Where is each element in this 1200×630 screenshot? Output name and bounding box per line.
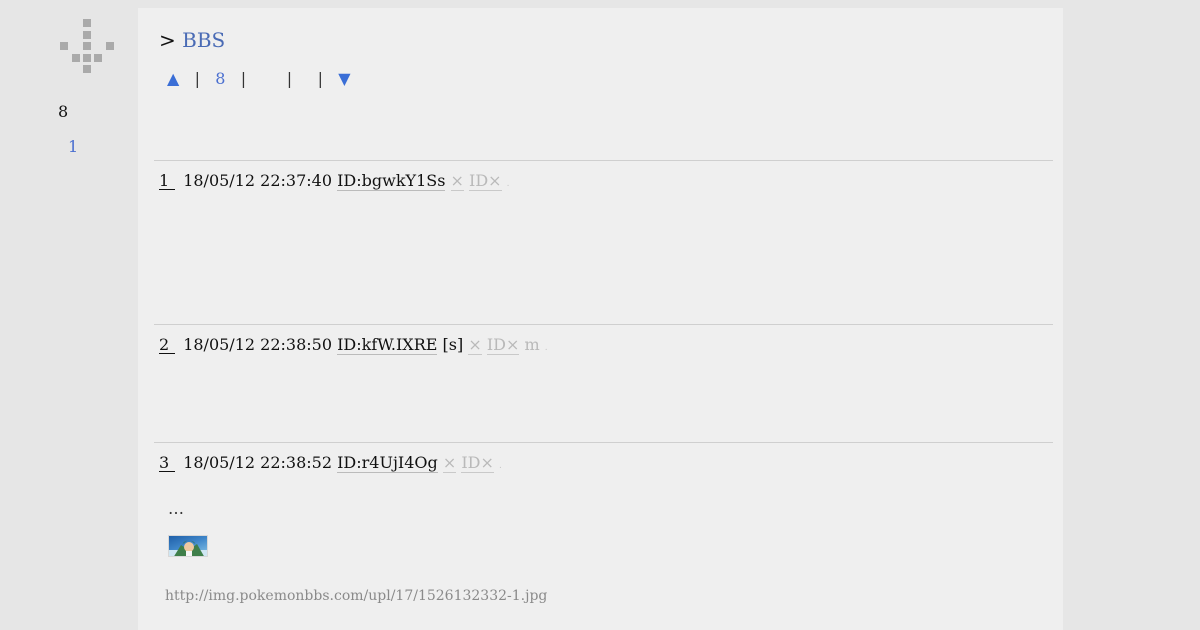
logo-icon[interactable] <box>60 19 116 75</box>
id-delete-button[interactable]: ID× <box>486 335 520 355</box>
delete-button[interactable]: × <box>450 171 464 191</box>
delete-button[interactable]: × <box>442 453 457 473</box>
thread-nav: ▲ | 8 | | | ▼ <box>167 69 351 88</box>
post-id[interactable]: ID:r4UjI4Og <box>337 453 438 473</box>
sidebar: 8 1 <box>0 0 138 630</box>
post-image-thumbnail[interactable] <box>168 535 208 557</box>
id-delete-button[interactable]: ID× <box>461 453 494 473</box>
post-divider <box>154 442 1053 443</box>
post-dot: . <box>544 343 548 353</box>
post-datetime: 18/05/12 22:38:52 <box>183 453 332 472</box>
nav-separator: | <box>317 69 323 88</box>
breadcrumb: > BBS <box>159 28 225 52</box>
post-divider <box>154 324 1053 325</box>
post-dot: . <box>506 179 510 189</box>
post-extra-link[interactable]: m <box>524 335 539 354</box>
nav-separator: | <box>240 69 247 88</box>
post-tag: [s] <box>442 335 464 354</box>
post-body: … <box>168 499 184 518</box>
post-number[interactable]: 3 <box>159 454 176 472</box>
post-divider <box>154 160 1053 161</box>
post-datetime: 18/05/12 22:38:50 <box>183 335 332 354</box>
post-header: 2 18/05/12 22:38:50 ID:kfW.IXRE [s] × ID×… <box>159 335 548 355</box>
post-dot: . <box>499 461 502 471</box>
nav-separator: | <box>286 69 293 88</box>
post-header: 3 18/05/12 22:38:52 ID:r4UjI4Og × ID× . <box>159 453 502 473</box>
post-id[interactable]: ID:bgwkY1Ss <box>337 171 446 191</box>
nav-page-link[interactable]: 8 <box>215 69 225 88</box>
thumbnail-image <box>169 540 207 556</box>
image-url-link[interactable]: http://img.pokemonbbs.com/upl/17/1526132… <box>165 588 547 604</box>
breadcrumb-prompt: > <box>159 28 176 52</box>
post-number[interactable]: 1 <box>159 172 176 190</box>
thread-count: 8 <box>58 102 69 121</box>
delete-button[interactable]: × <box>468 335 482 355</box>
post-number[interactable]: 2 <box>159 336 176 354</box>
board-link[interactable]: BBS <box>182 28 225 52</box>
main-panel: > BBS ▲ | 8 | | | ▼ 1 18/05/12 22:37:40 I… <box>138 8 1063 630</box>
post-datetime: 18/05/12 22:37:40 <box>183 171 332 190</box>
scroll-up-icon[interactable]: ▲ <box>167 69 179 88</box>
id-delete-button[interactable]: ID× <box>469 171 502 191</box>
page-link-1[interactable]: 1 <box>68 137 78 156</box>
scroll-down-icon[interactable]: ▼ <box>338 69 350 88</box>
post-id[interactable]: ID:kfW.IXRE <box>337 335 438 355</box>
nav-separator: | <box>194 69 200 88</box>
post-header: 1 18/05/12 22:37:40 ID:bgwkY1Ss × ID× . <box>159 171 510 191</box>
